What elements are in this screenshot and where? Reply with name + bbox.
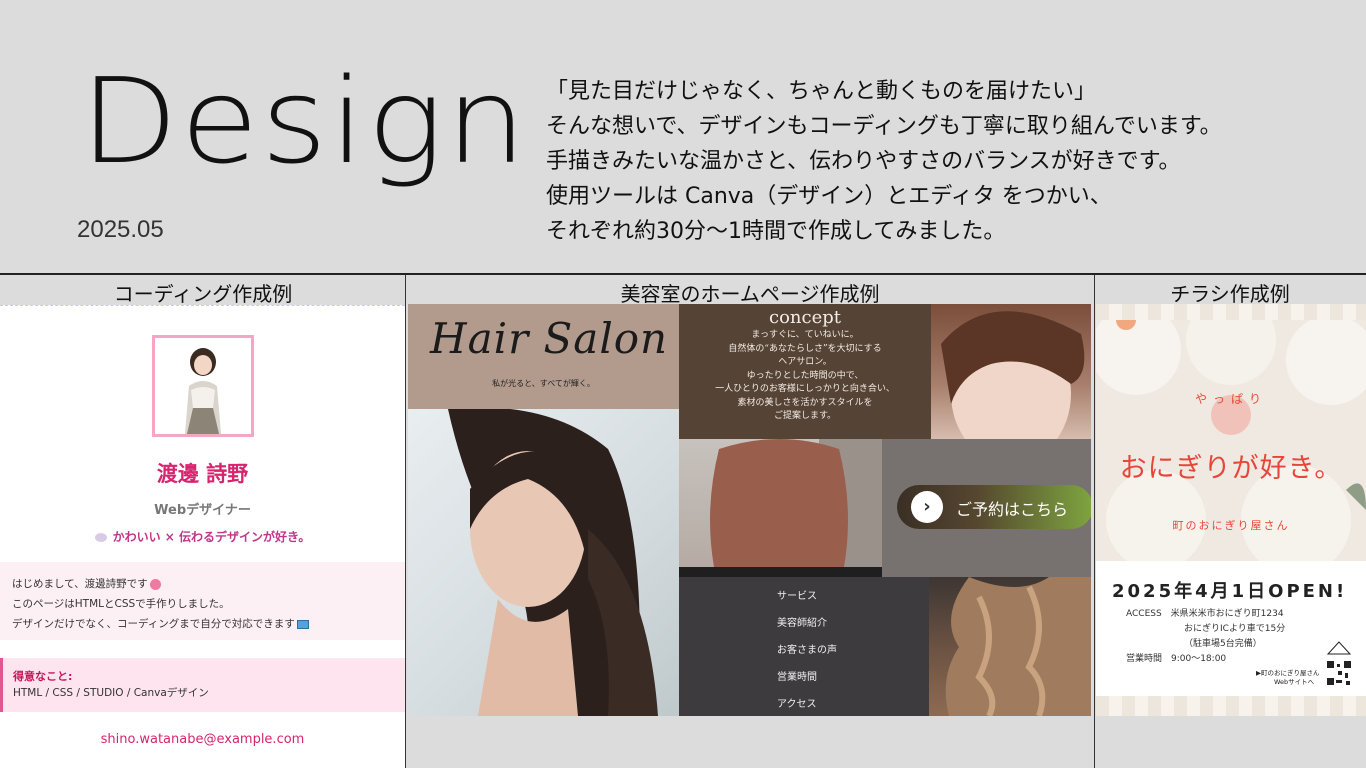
skills-title: 得意なこと: <box>13 670 73 683</box>
salon-column-label: 美容室のホームページ作成例 <box>620 282 880 306</box>
intro-line: 手描きみたいな温かさと、伝わりやすさのバランスが好きです。 <box>546 149 1181 174</box>
bob-illustration <box>679 439 882 577</box>
salon-homepage: Hair Salon 私が光ると、すべてが輝く。 concept まっすぐに、て… <box>408 304 1091 716</box>
salon-reserve-panel: › ご予約はこちら <box>882 439 1091 577</box>
flyer-open-date: 2025年4月1日OPEN! <box>1112 581 1348 602</box>
concept-line: 素材の美しさを活かすスタイルを <box>737 397 873 408</box>
profile-name: 渡邊 詩野 <box>156 462 249 486</box>
skills-box: 得意なこと: HTML / CSS / STUDIO / Canvaデザイン <box>0 658 405 712</box>
salon-logo: Hair Salon 私が光ると、すべてが輝く。 <box>408 304 679 409</box>
intro-text-line: はじめまして、渡邊詩野です <box>12 574 393 594</box>
flyer-pre: やっぱり <box>1194 392 1267 406</box>
column-separator <box>405 275 406 768</box>
menu-item-services[interactable]: サービス <box>777 583 929 610</box>
flyer-info: ACCESS 米県米米市おにぎり町1234 おにぎりICより車で15分 （駐車場… <box>1126 607 1285 667</box>
flyer-link-1: ▶町のおにぎり屋さん <box>1256 669 1320 677</box>
intro-text-line: デザインだけでなく、コーディングまで自分で対応できます <box>12 614 393 634</box>
concept-body: まっすぐに、ていねいに。 自然体の“あなたらしさ”を大切にする ヘアサロン。 ゆ… <box>679 329 931 424</box>
profile-card: 渡邊 詩野 Webデザイナー かわいい × 伝わるデザインが好き。 はじめまして… <box>0 305 405 768</box>
intro-line: そんな想いで、デザインもコーディングも丁寧に取り組んでいます。 <box>546 114 1222 139</box>
intro-line: それぞれ約30分〜1時間で作成してみました。 <box>546 219 1006 244</box>
salon-logo-title: Hair Salon <box>430 314 669 363</box>
model-illustration <box>448 409 658 716</box>
intro-text: 「見た目だけじゃなく、ちゃんと動くものを届けたい」 そんな想いで、デザインもコー… <box>546 74 1346 249</box>
salon-model-photo <box>408 409 679 716</box>
salon-logo-subtitle: 私が光ると、すべてが輝く。 <box>492 379 595 388</box>
computer-icon <box>296 619 309 629</box>
design-title: Design <box>80 52 529 190</box>
intro-text-3: デザインだけでなく、コーディングまで自分で対応できます <box>12 618 295 630</box>
qr-code-icon[interactable] <box>1324 640 1354 690</box>
chevron-right-icon: › <box>911 491 943 523</box>
onigiri-flyer: やっぱり おにぎりが好き。 町のおにぎり屋さん 2025年4月1日OPEN! A… <box>1096 304 1366 716</box>
salon-wavyhair-photo <box>929 577 1091 716</box>
concept-line: ご提案します。 <box>773 411 837 421</box>
reserve-label: ご予約はこちら <box>956 500 1069 519</box>
email-link[interactable]: shino.watanabe@example.com <box>0 732 405 747</box>
salon-concept: concept まっすぐに、ていねいに。 自然体の“あなたらしさ”を大切にする … <box>679 304 931 439</box>
salon-menu: サービス 美容師紹介 お客さまの声 営業時間 アクセス <box>679 577 929 716</box>
tagline-text: かわいい × 伝わるデザインが好き。 <box>112 530 311 544</box>
speech-bubble-icon <box>94 533 107 542</box>
salon-shorthair-photo <box>931 304 1091 439</box>
avatar-photo <box>155 338 251 434</box>
profile-intro-box: はじめまして、渡邊詩野です このページはHTMLとCSSで手作りしました。 デザ… <box>0 562 405 640</box>
shorthair-illustration <box>941 311 1085 439</box>
menu-item-stylists[interactable]: 美容師紹介 <box>777 610 929 637</box>
flyer-access-3: （駐車場5台完備） <box>1184 639 1262 649</box>
flyer-column-label: チラシ作成例 <box>1170 282 1290 306</box>
concept-line: 一人ひとりのお客様にしっかりと向き合い、 <box>715 384 895 394</box>
skills-list: HTML / CSS / STUDIO / Canvaデザイン <box>13 687 209 699</box>
intro-line: 「見た目だけじゃなく、ちゃんと動くものを届けたい」 <box>546 79 1097 104</box>
reserve-button[interactable]: › ご予約はこちら <box>897 485 1091 529</box>
flower-icon <box>149 578 161 590</box>
menu-item-access[interactable]: アクセス <box>777 691 929 716</box>
flyer-website-link[interactable]: ▶町のおにぎり屋さん Webサイトへ <box>1256 669 1320 687</box>
avatar <box>152 335 254 437</box>
flyer-onigiri-photo: やっぱり おにぎりが好き。 町のおにぎり屋さん <box>1096 320 1366 561</box>
flyer-hours: 営業時間 9:00〜18:00 <box>1126 654 1227 664</box>
flyer-stripe-bottom <box>1096 696 1366 716</box>
intro-line: 使用ツールは Canva（デザイン）とエディタ をつかい、 <box>546 184 1112 209</box>
salon-menu-list: サービス 美容師紹介 お客さまの声 営業時間 アクセス <box>679 577 929 716</box>
intro-text-1: はじめまして、渡邊詩野です <box>12 578 148 590</box>
menu-item-reviews[interactable]: お客さまの声 <box>777 637 929 664</box>
coding-column-label: コーディング作成例 <box>113 282 293 306</box>
concept-line: まっすぐに、ていねいに。 <box>751 330 859 340</box>
profile-role: Webデザイナー <box>154 503 251 518</box>
concept-line: ヘアサロン。 <box>778 357 832 367</box>
concept-title: concept <box>769 307 841 328</box>
concept-line: 自然体の“あなたらしさ”を大切にする <box>728 343 882 354</box>
flyer-access-2: おにぎりICより車で15分 <box>1184 624 1286 634</box>
flyer-shop: 町のおにぎり屋さん <box>1172 519 1290 532</box>
flyer-access: ACCESS 米県米米市おにぎり町1234 <box>1126 609 1284 619</box>
profile-tagline: かわいい × 伝わるデザインが好き。 <box>0 528 405 545</box>
concept-line: ゆったりとした時間の中で、 <box>746 370 864 381</box>
salon-bob-photo <box>679 439 882 577</box>
wavyhair-illustration <box>945 577 1091 716</box>
header-divider <box>0 273 1366 275</box>
header: Design 2025.05 「見た目だけじゃなく、ちゃんと動くものを届けたい」… <box>0 0 1366 274</box>
intro-text-2: このページはHTMLとCSSで手作りしました。 <box>12 598 230 610</box>
flyer-link-2: Webサイトへ <box>1274 678 1315 686</box>
menu-item-hours[interactable]: 営業時間 <box>777 664 929 691</box>
design-date: 2025.05 <box>77 216 164 243</box>
flyer-title: おにぎりが好き。 <box>1119 453 1343 484</box>
column-separator <box>1094 275 1095 768</box>
